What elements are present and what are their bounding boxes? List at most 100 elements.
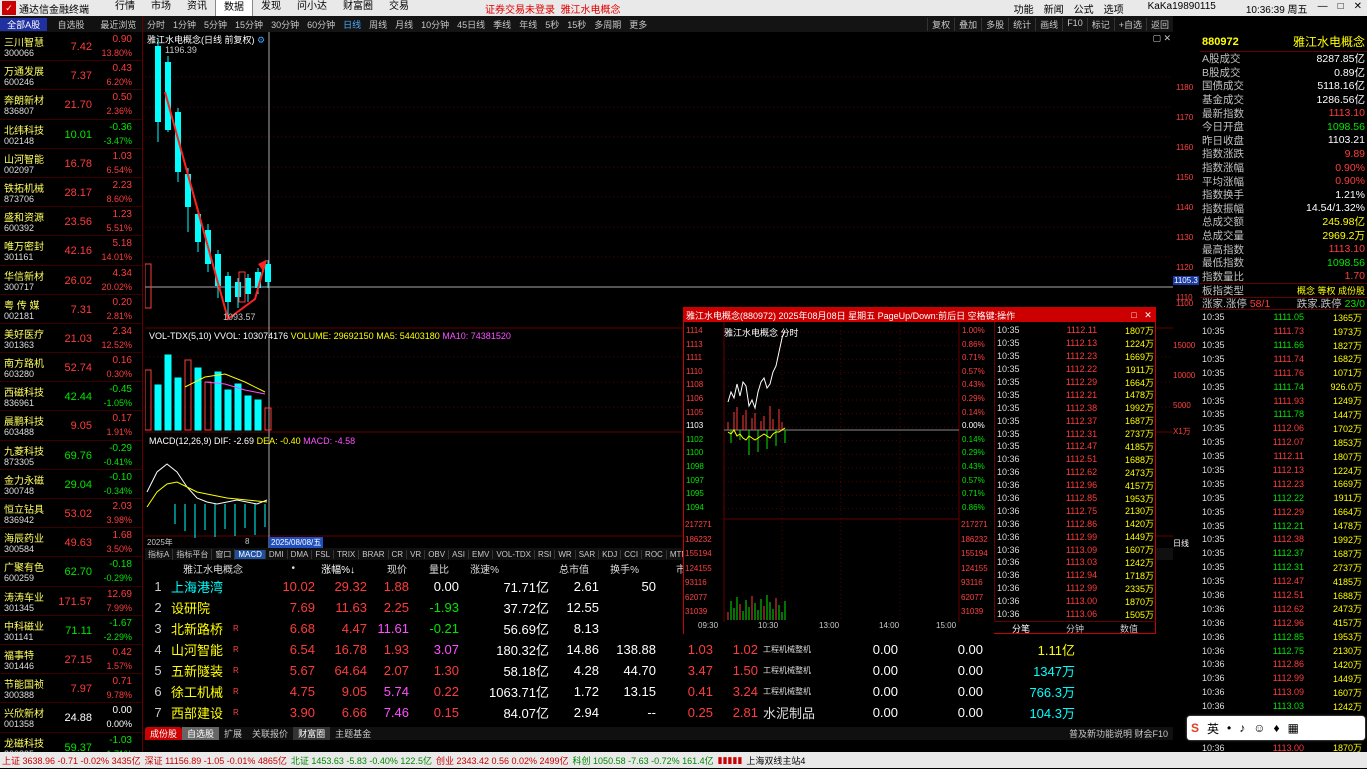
stock-list-item[interactable]: 华信新材 300717 26.02 4.34 20.02%: [0, 266, 142, 295]
stock-list-item[interactable]: 中科磁业 301141 71.11 -1.67 -2.29%: [0, 616, 142, 645]
stock-list-item[interactable]: 美好医疗 301363 21.03 2.34 12.52%: [0, 324, 142, 354]
period-12[interactable]: 年线: [515, 18, 541, 31]
close-icon[interactable]: ✕: [1349, 1, 1367, 16]
chart-tool-5[interactable]: F10: [1062, 17, 1087, 31]
index-bz[interactable]: 北证 1453.63 -5.83 -0.40% 122.5亿: [289, 754, 434, 767]
indicator-tab-8[interactable]: BRAR: [359, 549, 389, 559]
stock-list-item[interactable]: 金力永磁 300748 29.04 -0.10 -0.34%: [0, 470, 142, 499]
ime-shirt-icon[interactable]: ♦: [1270, 721, 1284, 735]
indicator-tab-1[interactable]: 指标平台: [173, 548, 213, 560]
table-row[interactable]: 4 山河智能 R 6.54 16.78 1.93 3.07 180.32亿 14.86 138.8…: [145, 639, 1173, 660]
maximize-icon[interactable]: □: [1333, 1, 1349, 16]
stock-list-item[interactable]: 南方路机 603280 52.74 0.16 0.30%: [0, 353, 142, 383]
stock-list-item[interactable]: 涛涛车业 301345 171.57 12.69 7.99%: [0, 587, 142, 616]
stock-list-item[interactable]: 西磁科技 836961 42.44 -0.45 -1.05%: [0, 382, 142, 412]
indicator-tab-16[interactable]: WR: [555, 549, 576, 559]
stock-list-item[interactable]: 奔朗新材 836807 21.70 0.50 2.36%: [0, 90, 142, 120]
index-sz[interactable]: 深证 11156.89 -1.05 -0.01% 4865亿: [143, 754, 289, 767]
period-8[interactable]: 月线: [391, 18, 417, 31]
period-6[interactable]: 日线: [339, 18, 365, 31]
bottom-tab-0[interactable]: 成份股: [145, 727, 183, 740]
chart-tool-7[interactable]: +自选: [1113, 17, 1146, 31]
stock-list-item[interactable]: 唯万密封 301161 42.16 5.18 14.01%: [0, 236, 142, 266]
period-7[interactable]: 周线: [365, 18, 391, 31]
table-row[interactable]: 5 五新隧装 R 5.67 64.64 2.07 1.30 58.18亿 4.28 44.70 3.…: [145, 660, 1173, 681]
popup-tab-1[interactable]: 分钟: [1048, 621, 1102, 634]
period-10[interactable]: 45日线: [453, 18, 489, 31]
server-name[interactable]: 上海双线主站4: [744, 754, 807, 767]
indicator-tab-2[interactable]: 窗口: [212, 548, 236, 560]
chart-tool-2[interactable]: 多股: [981, 17, 1008, 31]
top-right-menu-0[interactable]: 功能: [1009, 1, 1039, 16]
table-row[interactable]: 7 西部建设 R 3.90 6.66 7.46 0.15 84.07亿 2.94 -- 0.25 2.…: [145, 702, 1173, 723]
indicator-tab-12[interactable]: ASI: [449, 549, 469, 559]
popup-tab-0[interactable]: 分笔: [994, 621, 1048, 634]
ime-mic-icon[interactable]: ♪: [1235, 721, 1249, 735]
stock-list-item[interactable]: 兴欣新材 001358 24.88 0.00 0.00%: [0, 703, 142, 733]
stock-list-item[interactable]: 九菱科技 873305 69.76 -0.29 -0.41%: [0, 441, 142, 470]
indicator-tab-7[interactable]: TRIX: [334, 549, 360, 559]
period-4[interactable]: 30分钟: [267, 18, 303, 31]
stock-list-item[interactable]: 粤 传 媒 002181 7.31 0.20 2.81%: [0, 295, 142, 324]
stock-list-item[interactable]: 恒立钻具 836942 53.02 2.03 3.98%: [0, 499, 142, 529]
popup-tab-2[interactable]: 数值: [1102, 621, 1156, 634]
stock-list-item[interactable]: 海辰药业 300584 49.63 1.68 3.50%: [0, 528, 142, 558]
ime-tools-icon[interactable]: ▦: [1284, 721, 1303, 735]
menu-3[interactable]: 数据: [215, 0, 253, 17]
stock-list-item[interactable]: 三川智慧 300066 7.42 0.90 13.80%: [0, 32, 142, 62]
stock-list-item[interactable]: 广聚有色 600259 62.70 -0.18 -0.29%: [0, 557, 142, 587]
period-3[interactable]: 15分钟: [231, 18, 267, 31]
minimize-icon[interactable]: —: [1313, 1, 1333, 16]
stock-list-item[interactable]: 铁拓机械 873706 28.17 2.23 8.60%: [0, 178, 142, 208]
chart-window-controls[interactable]: ▢ ✕: [1152, 33, 1171, 44]
period-5[interactable]: 60分钟: [303, 18, 339, 31]
index-sh[interactable]: 上证 3638.96 -0.71 -0.02% 3435亿: [0, 754, 143, 767]
period-13[interactable]: 5秒: [541, 18, 563, 31]
menu-6[interactable]: 财富圈: [335, 0, 381, 17]
indicator-tab-3[interactable]: MACD: [235, 549, 266, 559]
intraday-chart[interactable]: [684, 322, 994, 634]
period-16[interactable]: 更多: [625, 18, 651, 31]
period-1[interactable]: 1分钟: [169, 18, 200, 31]
index-cy[interactable]: 创业 2343.42 0.56 0.02% 2499亿: [434, 754, 571, 767]
index-kc[interactable]: 科创 1050.58 -7.63 -0.72% 161.4亿: [571, 754, 716, 767]
bottom-tool-1[interactable]: 关联报价: [247, 727, 293, 740]
chart-tool-8[interactable]: 返回: [1145, 17, 1173, 31]
stock-list-tab-2[interactable]: 最近浏览: [95, 18, 142, 31]
ime-toolbar[interactable]: S 英 • ♪ ☺ ♦ ▦: [1187, 716, 1365, 740]
menu-2[interactable]: 资讯: [179, 0, 215, 17]
bottom-right-text[interactable]: 普及新功能说明 财会F10: [1064, 727, 1173, 740]
indicator-tab-15[interactable]: RSI: [535, 549, 556, 559]
menu-7[interactable]: 交易: [381, 0, 417, 17]
chart-tool-1[interactable]: 叠加: [954, 17, 981, 31]
bottom-tab-1[interactable]: 自选股: [182, 727, 220, 740]
menu-4[interactable]: 发现: [253, 0, 289, 17]
table-row[interactable]: 6 徐工机械 R 4.75 9.05 5.74 0.22 1063.71亿 1.72 13.15 0…: [145, 681, 1173, 702]
indicator-tab-19[interactable]: CCI: [621, 549, 643, 559]
indicator-tab-20[interactable]: ROC: [642, 549, 667, 559]
stock-list-item[interactable]: 万通发展 600246 7.37 0.43 6.20%: [0, 61, 142, 91]
popup-restore-icon[interactable]: □: [1127, 310, 1141, 321]
stock-list-item[interactable]: 盛和资源 600392 23.56 1.23 5.51%: [0, 207, 142, 237]
stock-list-item[interactable]: 节能国祯 300388 7.97 0.71 9.78%: [0, 674, 142, 704]
stock-list-tab-0[interactable]: 全部A股: [0, 17, 48, 31]
bottom-tool-0[interactable]: 扩展: [219, 727, 247, 740]
indicator-tab-11[interactable]: OBV: [425, 549, 450, 559]
indicator-tab-0[interactable]: 指标A: [145, 548, 174, 560]
period-14[interactable]: 15秒: [563, 18, 590, 31]
chart-tool-0[interactable]: 复权: [927, 17, 954, 31]
indicator-tab-18[interactable]: KDJ: [599, 549, 622, 559]
chart-tool-6[interactable]: 标记: [1086, 17, 1114, 31]
top-right-menu-2[interactable]: 公式: [1069, 1, 1099, 16]
intraday-popup[interactable]: 雅江水电概念(880972) 2025年08月08日 星期五 PageUp/Do…: [683, 307, 1156, 634]
indicator-tab-13[interactable]: EMV: [469, 549, 494, 559]
indicator-tab-17[interactable]: SAR: [576, 549, 600, 559]
stock-list-tab-1[interactable]: 自选股: [47, 18, 94, 31]
ime-lang[interactable]: 英: [1203, 720, 1223, 737]
ime-punct-icon[interactable]: •: [1223, 721, 1235, 735]
stock-list-item[interactable]: 北纬科技 002148 10.01 -0.36 -3.47%: [0, 120, 142, 149]
indicator-tab-10[interactable]: VR: [407, 549, 426, 559]
stock-list-item[interactable]: 晨鹏科技 603488 9.05 0.17 1.91%: [0, 411, 142, 441]
stock-list-item[interactable]: 山河智能 002097 16.78 1.03 6.54%: [0, 149, 142, 178]
top-right-menu-1[interactable]: 新闻: [1039, 1, 1069, 16]
